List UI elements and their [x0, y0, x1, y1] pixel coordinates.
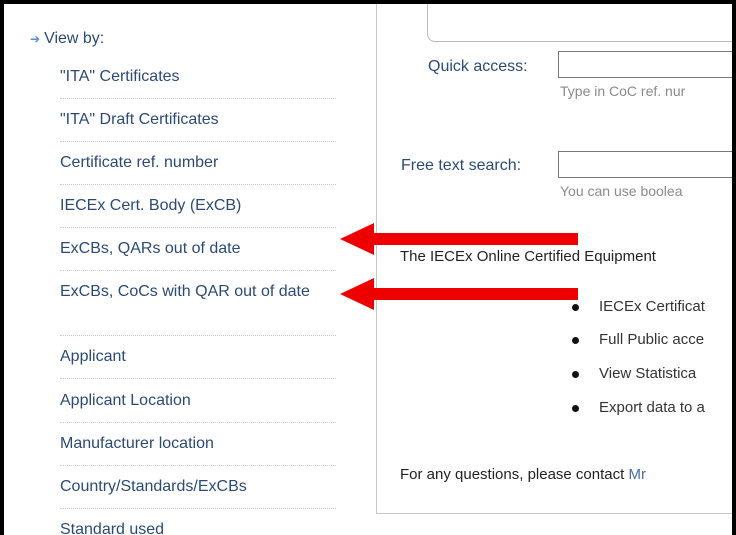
list-item-text: Full Public acce — [599, 331, 705, 348]
top-rounded-box — [427, 4, 732, 42]
sidebar-item-label: "ITA" Certificates — [60, 68, 180, 85]
sidebar-divider — [60, 422, 336, 423]
list-item-text: View Statistica — [599, 365, 697, 382]
contact-link[interactable]: Mr — [628, 466, 646, 483]
bullet-icon — [572, 404, 579, 412]
quick-access-input[interactable] — [558, 51, 732, 78]
list-item: Export data to a — [572, 399, 705, 416]
sidebar-divider — [60, 465, 336, 466]
sidebar-item-country-standards-excbs[interactable]: Country/Standards/ExCBs — [60, 476, 336, 498]
sidebar-item-ita-certificates[interactable]: "ITA" Certificates — [60, 66, 336, 88]
sidebar-item-label: ExCBs, QARs out of date — [60, 240, 241, 257]
sidebar-item-applicant-location[interactable]: Applicant Location — [60, 390, 336, 412]
free-text-search-hint: You can use boolea — [560, 183, 683, 199]
sidebar-item-certificate-ref-number[interactable]: Certificate ref. number — [60, 152, 336, 174]
sidebar-item-applicant[interactable]: Applicant — [60, 346, 336, 368]
bullet-icon — [572, 336, 579, 344]
free-text-search-input[interactable] — [558, 151, 732, 178]
sidebar-item-excbs-qars-out-of-date[interactable]: ExCBs, QARs out of date — [60, 238, 336, 260]
screenshot-frame: ➔ View by: "ITA" Certificates "ITA" Draft… — [0, 0, 736, 535]
arrow-right-icon: ➔ — [30, 32, 41, 46]
annotation-arrow-icon — [340, 278, 578, 310]
sidebar-item-label: IECEx Cert. Body (ExCB) — [60, 197, 242, 214]
list-item: View Statistica — [572, 365, 696, 382]
sidebar: ➔ View by: "ITA" Certificates "ITA" Draft… — [8, 8, 340, 535]
sidebar-item-excbs-cocs-with-qar-out-of-date[interactable]: ExCBs, CoCs with QAR out of date — [60, 281, 336, 303]
sidebar-divider — [60, 378, 336, 379]
sidebar-item-label: Certificate ref. number — [60, 154, 219, 171]
sidebar-item-ita-draft-certificates[interactable]: "ITA" Draft Certificates — [60, 109, 336, 131]
sidebar-divider — [60, 508, 336, 509]
list-item-text: IECEx Certificat — [599, 298, 705, 315]
view-by-label: View by: — [44, 30, 105, 47]
sidebar-item-label: Standard used — [60, 521, 165, 535]
quick-access-hint: Type in CoC ref. nur — [560, 83, 686, 99]
list-item: Full Public acce — [572, 331, 704, 348]
list-item-text: Export data to a — [599, 399, 705, 416]
sidebar-divider — [60, 141, 336, 142]
sidebar-divider — [60, 335, 336, 336]
sidebar-item-label: Applicant — [60, 348, 126, 365]
contact-text: For any questions, please contact — [400, 466, 629, 483]
annotation-arrow-icon — [340, 223, 578, 255]
sidebar-item-label: ExCBs, CoCs with QAR out of date — [60, 283, 310, 300]
sidebar-divider — [60, 227, 336, 228]
free-text-search-label: Free text search: — [401, 157, 522, 174]
list-item: IECEx Certificat — [572, 298, 705, 315]
sidebar-divider — [60, 270, 336, 271]
sidebar-item-label: Manufacturer location — [60, 435, 214, 452]
sidebar-item-standard-used[interactable]: Standard used — [60, 519, 336, 535]
sidebar-divider — [60, 98, 336, 99]
quick-access-label: Quick access: — [428, 58, 528, 75]
sidebar-item-iecex-cert-body[interactable]: IECEx Cert. Body (ExCB) — [60, 195, 336, 217]
sidebar-item-manufacturer-location[interactable]: Manufacturer location — [60, 433, 336, 455]
sidebar-item-label: Applicant Location — [60, 392, 191, 409]
sidebar-divider — [60, 184, 336, 185]
view-by-heading: ➔ View by: — [30, 30, 104, 48]
sidebar-item-label: "ITA" Draft Certificates — [60, 111, 219, 128]
sidebar-item-label: Country/Standards/ExCBs — [60, 478, 247, 495]
contact-line: For any questions, please contact Mr — [400, 466, 646, 483]
bullet-icon — [572, 370, 579, 378]
